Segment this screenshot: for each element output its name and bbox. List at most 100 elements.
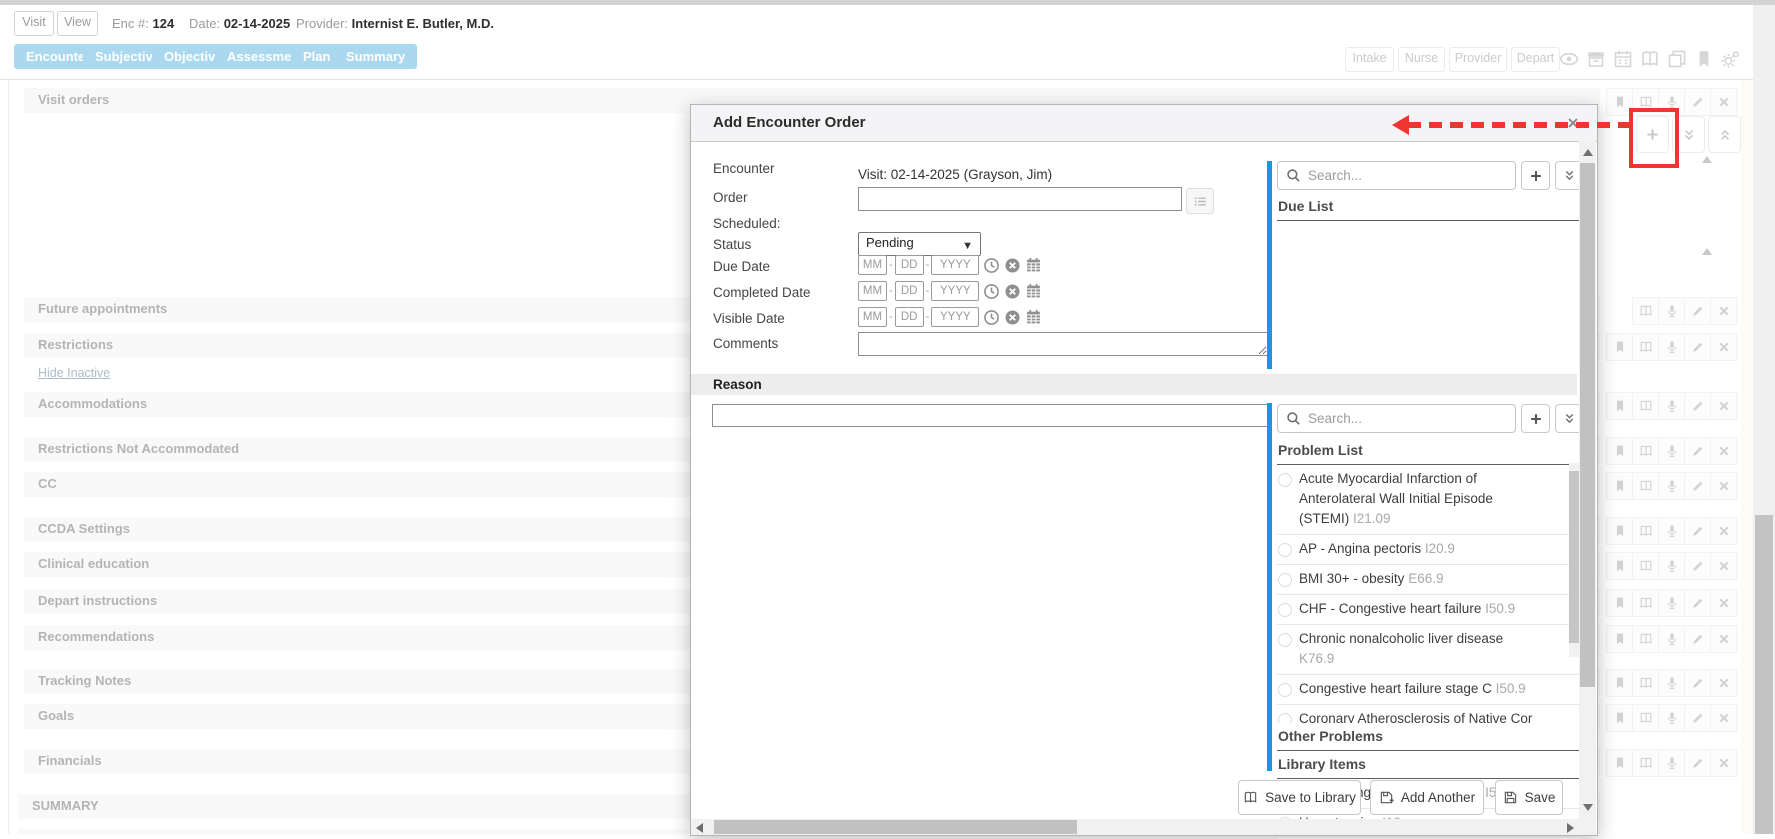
yyyy-input[interactable]: YYYY: [931, 281, 979, 301]
pencil-icon[interactable]: [1685, 625, 1711, 653]
sort-arrow-icon[interactable]: [1702, 156, 1712, 163]
clear-icon[interactable]: [1004, 283, 1021, 300]
close-icon[interactable]: [1711, 517, 1737, 545]
pencil-icon[interactable]: [1685, 749, 1711, 777]
clock-icon[interactable]: [983, 283, 1000, 300]
book-icon[interactable]: [1633, 392, 1659, 420]
book-icon[interactable]: [1633, 552, 1659, 580]
scrollbar-thumb[interactable]: [714, 820, 1077, 834]
due-date-input-group[interactable]: MM-DD-YYYY: [858, 255, 1042, 275]
clear-icon[interactable]: [1004, 309, 1021, 326]
archive-icon[interactable]: [1585, 48, 1607, 70]
book-icon[interactable]: [1639, 48, 1661, 70]
bookmark-icon[interactable]: [1606, 749, 1633, 777]
clock-icon[interactable]: [983, 257, 1000, 274]
microphone-icon[interactable]: [1659, 392, 1685, 420]
radio-button[interactable]: [1278, 683, 1292, 697]
bookmark-icon[interactable]: [1606, 333, 1633, 361]
view-tab-button[interactable]: View: [57, 11, 98, 36]
bookmark-icon[interactable]: [1606, 392, 1633, 420]
pencil-icon[interactable]: [1685, 297, 1711, 325]
problem-add-button[interactable]: [1521, 404, 1550, 433]
due-search-box[interactable]: [1277, 161, 1516, 190]
problem-list-item[interactable]: AP - Angina pectoris I20.9: [1277, 535, 1579, 565]
bookmark-icon[interactable]: [1606, 704, 1633, 732]
bookmark-icon[interactable]: [1606, 669, 1633, 697]
add-another-button[interactable]: Add Another: [1370, 780, 1484, 815]
mm-input[interactable]: MM: [858, 281, 887, 301]
radio-button[interactable]: [1278, 603, 1292, 617]
problem-list-item[interactable]: Chronic nonalcoholic liver disease K76.9: [1277, 625, 1579, 675]
book-icon[interactable]: [1633, 625, 1659, 653]
microphone-icon[interactable]: [1659, 589, 1685, 617]
calendar-grid-icon[interactable]: [1025, 309, 1042, 326]
dialog-horizontal-scrollbar[interactable]: [691, 819, 1579, 835]
microphone-icon[interactable]: [1659, 297, 1685, 325]
dialog-vertical-scrollbar[interactable]: [1579, 141, 1596, 819]
book-icon[interactable]: [1633, 589, 1659, 617]
pencil-icon[interactable]: [1685, 589, 1711, 617]
problem-search-box[interactable]: [1277, 404, 1516, 433]
dd-input[interactable]: DD: [895, 281, 924, 301]
close-icon[interactable]: [1711, 625, 1737, 653]
close-icon[interactable]: [1711, 333, 1737, 361]
microphone-icon[interactable]: [1659, 704, 1685, 732]
dd-input[interactable]: DD: [895, 255, 924, 275]
completed-date-input-group[interactable]: MM-DD-YYYY: [858, 281, 1042, 301]
due-search-input[interactable]: [1306, 167, 1490, 184]
bookmark-icon[interactable]: [1606, 517, 1633, 545]
close-icon[interactable]: [1711, 552, 1737, 580]
due-add-button[interactable]: [1521, 161, 1550, 190]
gears-icon[interactable]: [1720, 48, 1742, 70]
mm-input[interactable]: MM: [858, 307, 887, 327]
book-icon[interactable]: [1633, 749, 1659, 777]
calendar-grid-icon[interactable]: [1025, 257, 1042, 274]
radio-button[interactable]: [1278, 713, 1292, 723]
scroll-down-arrow[interactable]: [1583, 804, 1593, 811]
order-lookup-button[interactable]: [1186, 188, 1214, 214]
close-icon[interactable]: [1711, 589, 1737, 617]
microphone-icon[interactable]: [1659, 552, 1685, 580]
calendar-icon[interactable]: [1612, 48, 1634, 70]
bookmark-icon[interactable]: [1606, 552, 1633, 580]
page-scrollbar-thumb[interactable]: [1755, 515, 1773, 834]
tab-summary[interactable]: Summary: [334, 44, 417, 69]
pencil-icon[interactable]: [1685, 517, 1711, 545]
hide-inactive-link[interactable]: Hide Inactive: [38, 366, 110, 380]
microphone-icon[interactable]: [1659, 625, 1685, 653]
tab-provider[interactable]: Provider: [1449, 47, 1507, 72]
scroll-right-arrow[interactable]: [1567, 823, 1574, 833]
problem-list-item[interactable]: CHF - Congestive heart failure I50.9: [1277, 595, 1579, 625]
close-icon[interactable]: [1711, 437, 1737, 465]
bookmark-icon[interactable]: [1606, 437, 1633, 465]
scroll-up-arrow[interactable]: [1583, 149, 1593, 156]
status-select[interactable]: Pending▼: [858, 232, 981, 256]
radio-button[interactable]: [1278, 633, 1292, 647]
book-icon[interactable]: [1632, 297, 1659, 325]
problem-list-item[interactable]: Acute Myocardial Infarction of Anterolat…: [1277, 465, 1579, 535]
microphone-icon[interactable]: [1659, 517, 1685, 545]
book-icon[interactable]: [1633, 517, 1659, 545]
problem-list-item[interactable]: Congestive heart failure stage C I50.9: [1277, 675, 1579, 705]
microphone-icon[interactable]: [1659, 749, 1685, 777]
book-icon[interactable]: [1633, 437, 1659, 465]
book-icon[interactable]: [1633, 669, 1659, 697]
tab-intake[interactable]: Intake: [1345, 47, 1394, 72]
pencil-icon[interactable]: [1685, 472, 1711, 500]
tab-depart[interactable]: Depart: [1511, 47, 1560, 72]
pencil-icon[interactable]: [1685, 437, 1711, 465]
clock-icon[interactable]: [983, 309, 1000, 326]
scroll-left-arrow[interactable]: [696, 823, 703, 833]
close-icon[interactable]: [1711, 669, 1737, 697]
scrollbar-thumb[interactable]: [1580, 163, 1595, 687]
radio-button[interactable]: [1278, 543, 1292, 557]
pencil-icon[interactable]: [1685, 669, 1711, 697]
visible-date-input-group[interactable]: MM-DD-YYYY: [858, 307, 1042, 327]
radio-button[interactable]: [1278, 473, 1292, 487]
problem-list-item[interactable]: Coronary Atherosclerosis of Native Cor: [1277, 705, 1579, 723]
problem-list-item[interactable]: BMI 30+ - obesity E66.9: [1277, 565, 1579, 595]
close-icon[interactable]: [1711, 297, 1737, 325]
microphone-icon[interactable]: [1659, 472, 1685, 500]
eye-icon[interactable]: [1558, 48, 1580, 70]
copy-icon[interactable]: [1666, 48, 1688, 70]
